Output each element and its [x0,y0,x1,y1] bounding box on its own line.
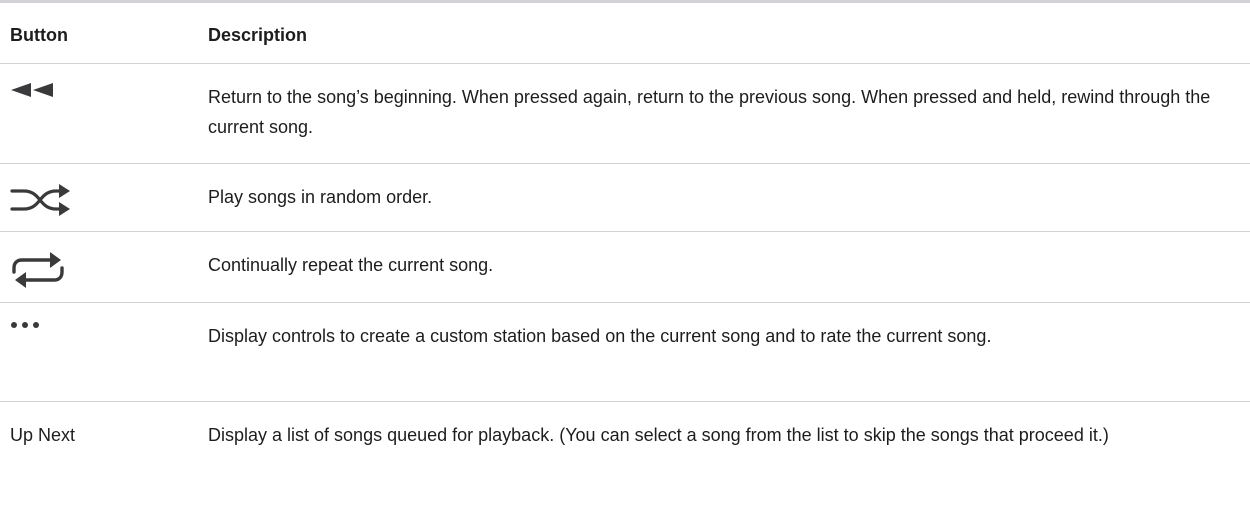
header-description: Description [208,25,308,45]
shuffle-icon [10,182,208,218]
button-cell [0,64,208,98]
more-icon [10,321,208,329]
repeat-icon [10,250,208,290]
description-cell: Continually repeat the current song. [208,255,494,275]
description-cell: Display a list of songs queued for playb… [208,425,1109,445]
description-cell: Return to the song’s beginning. When pre… [208,87,1211,137]
button-cell [0,164,208,218]
header-button: Button [10,25,68,45]
table-row-repeat: Continually repeat the current song. [0,232,1250,303]
table-row-more: Display controls to create a custom stat… [0,303,1250,402]
up-next-label: Up Next [10,425,76,445]
button-cell [0,303,208,329]
table-row-up-next: Up Next Display a list of songs queued f… [0,402,1250,516]
buttons-table: Button Description Return to the song’s … [0,0,1250,516]
button-cell [0,232,208,290]
description-cell: Display controls to create a custom stat… [208,326,992,346]
table-header-row: Button Description [0,3,1250,64]
table-row-rewind: Return to the song’s beginning. When pre… [0,64,1250,164]
table-row-shuffle: Play songs in random order. [0,164,1250,232]
rewind-icon [10,82,208,98]
description-cell: Play songs in random order. [208,187,433,207]
